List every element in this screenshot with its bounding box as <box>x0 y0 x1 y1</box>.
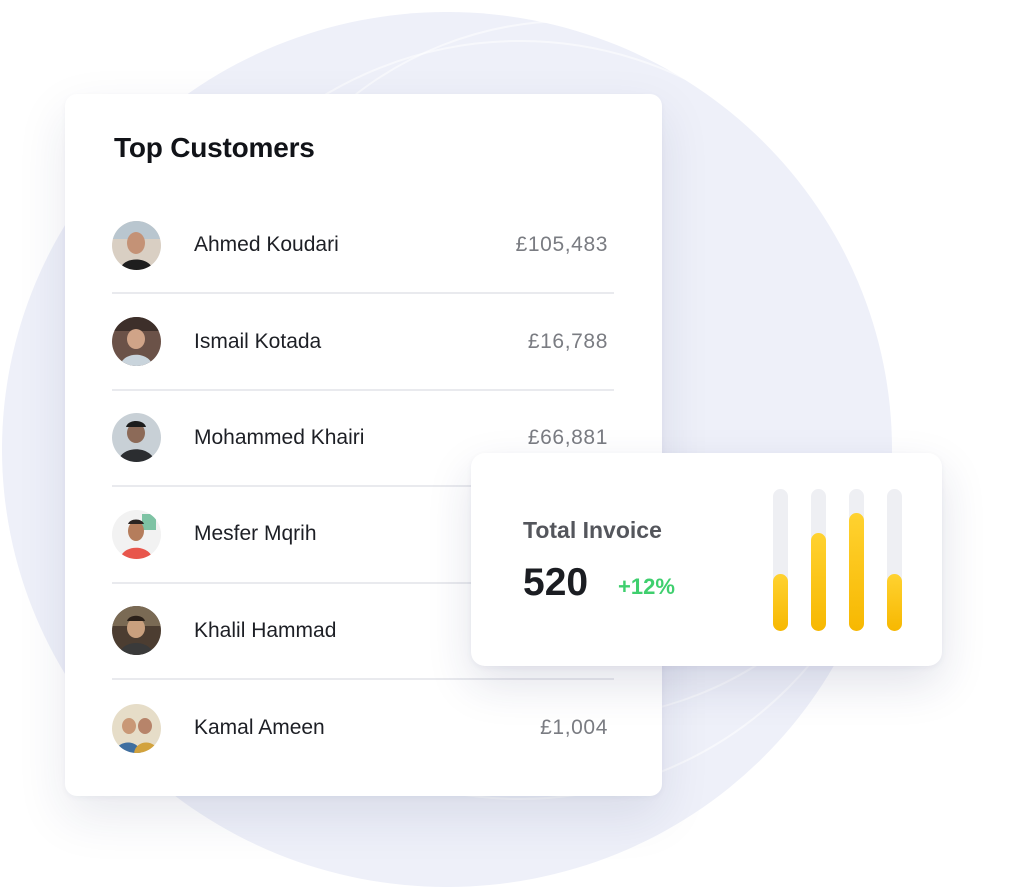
bar-track <box>773 489 788 631</box>
bar-fill <box>773 574 788 631</box>
avatar <box>112 509 161 559</box>
bar-fill <box>849 513 864 631</box>
customer-name: Mohammed Khairi <box>194 425 365 449</box>
customer-amount: £66,881 <box>527 425 608 449</box>
customer-name: Ismail Kotada <box>194 329 322 353</box>
bar-fill <box>811 533 826 631</box>
top-customers-card: Top Customers Ahmed Koudari £105,483 Ism… <box>65 94 662 796</box>
hero-illustration: Top Customers Ahmed Koudari £105,483 Ism… <box>0 0 1015 890</box>
avatar <box>112 606 161 656</box>
customer-name: Ahmed Koudari <box>194 233 339 257</box>
invoice-change: +12% <box>618 574 675 599</box>
invoice-label: Total Invoice <box>523 517 662 543</box>
bar-track <box>849 489 864 631</box>
invoice-value: 520 <box>523 561 589 604</box>
avatar <box>112 413 161 463</box>
customer-row[interactable]: Ahmed Koudari £105,483 <box>112 198 614 295</box>
avatar <box>112 220 161 270</box>
bar-fill <box>887 574 902 631</box>
invoice-mini-bar-chart <box>771 489 911 631</box>
bar-track <box>887 489 902 631</box>
avatar <box>112 317 161 367</box>
customer-row[interactable]: Kamal Ameen £1,004 <box>112 680 614 776</box>
customer-name: Kamal Ameen <box>194 716 325 740</box>
avatar <box>112 703 161 753</box>
customer-amount: £16,788 <box>527 329 608 353</box>
customer-amount: £1,004 <box>540 716 608 740</box>
customer-row[interactable]: Ismail Kotada £16,788 <box>112 294 614 391</box>
card-title: Top Customers <box>114 132 315 163</box>
total-invoice-card: Total Invoice 520 +12% <box>471 453 942 666</box>
customer-amount: £105,483 <box>515 233 608 257</box>
bar-track <box>811 489 826 631</box>
